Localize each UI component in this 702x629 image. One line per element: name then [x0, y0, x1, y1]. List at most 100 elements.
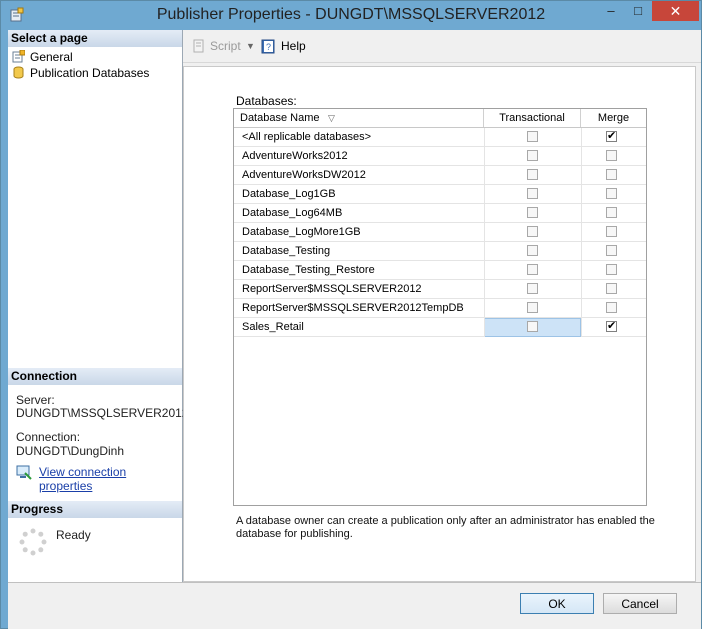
ok-button[interactable]: OK: [520, 593, 594, 614]
progress-status: Ready: [56, 528, 91, 542]
connection-value: Connection: DUNGDT\DungDinh: [16, 430, 125, 458]
database-name-cell: AdventureWorksDW2012: [242, 169, 366, 181]
column-divider: [581, 242, 582, 261]
merge-checkbox[interactable]: [606, 188, 617, 199]
transactional-checkbox[interactable]: [527, 283, 538, 294]
merge-checkbox[interactable]: [606, 169, 617, 180]
table-row[interactable]: Database_Testing: [234, 242, 646, 261]
column-divider: [484, 147, 485, 166]
column-divider: [484, 280, 485, 299]
column-divider: [484, 185, 485, 204]
merge-checkbox[interactable]: [606, 283, 617, 294]
minimize-button[interactable]: –: [597, 1, 625, 21]
column-divider: [581, 128, 582, 147]
database-name-cell: Database_Log64MB: [242, 207, 343, 219]
select-page-header: Select a page: [8, 30, 182, 47]
publishing-note: A database owner can create a publicatio…: [236, 515, 655, 540]
table-row[interactable]: ReportServer$MSSQLSERVER2012TempDB: [234, 299, 646, 318]
transactional-checkbox[interactable]: [527, 245, 538, 256]
database-name-cell: Database_Testing: [242, 245, 331, 257]
table-row[interactable]: AdventureWorks2012: [234, 147, 646, 166]
transactional-checkbox[interactable]: [527, 150, 538, 161]
column-divider: [484, 223, 485, 242]
toolbar: Script ▼ ? Help: [183, 30, 701, 63]
progress-spinner-icon: [19, 528, 47, 556]
column-merge[interactable]: Merge: [581, 109, 646, 127]
sort-arrow-icon: ▽: [328, 113, 335, 123]
table-row[interactable]: Database_LogMore1GB: [234, 223, 646, 242]
help-button[interactable]: Help: [281, 39, 306, 53]
close-button[interactable]: ✕: [652, 1, 699, 21]
dialog-button-bar: OK Cancel: [8, 582, 701, 629]
merge-checkbox[interactable]: [606, 226, 617, 237]
maximize-button[interactable]: □: [625, 1, 651, 21]
column-divider: [581, 185, 582, 204]
server-label: Server:: [16, 393, 55, 407]
table-row[interactable]: <All replicable databases> ✔: [234, 128, 646, 147]
database-name-cell: Sales_Retail: [242, 321, 304, 333]
merge-checkbox[interactable]: [606, 264, 617, 275]
cancel-button[interactable]: Cancel: [603, 593, 677, 614]
column-divider: [581, 166, 582, 185]
transactional-checkbox[interactable]: [527, 264, 538, 275]
page-item-general[interactable]: General: [12, 49, 73, 65]
publisher-properties-window: Publisher Properties - DUNGDT\MSSQLSERVE…: [0, 0, 702, 629]
transactional-checkbox[interactable]: [527, 188, 538, 199]
column-transactional[interactable]: Transactional: [484, 109, 581, 127]
merge-checkbox[interactable]: ✔: [606, 321, 617, 332]
column-divider: [484, 166, 485, 185]
transactional-checkbox[interactable]: [527, 131, 538, 142]
table-row[interactable]: AdventureWorksDW2012: [234, 166, 646, 185]
column-divider: [484, 128, 485, 147]
merge-checkbox[interactable]: [606, 207, 617, 218]
database-name-cell: Database_LogMore1GB: [242, 226, 361, 238]
column-divider: [581, 223, 582, 242]
database-name-cell: Database_Log1GB: [242, 188, 336, 200]
column-divider: [581, 318, 582, 337]
title-bar[interactable]: Publisher Properties - DUNGDT\MSSQLSERVE…: [1, 1, 701, 30]
table-row[interactable]: Sales_Retail ✔: [234, 318, 646, 337]
page-item-label: Publication Databases: [30, 66, 150, 80]
column-divider: [484, 242, 485, 261]
database-name-cell: Database_Testing_Restore: [242, 264, 375, 276]
transactional-checkbox[interactable]: [527, 321, 538, 332]
server-value: DUNGDT\MSSQLSERVER2012: [16, 406, 189, 420]
column-divider: [484, 318, 485, 337]
database-name-cell: ReportServer$MSSQLSERVER2012TempDB: [242, 302, 464, 314]
transactional-checkbox[interactable]: [527, 226, 538, 237]
connection-properties-icon: [16, 465, 32, 480]
database-name-cell: AdventureWorks2012: [242, 150, 348, 162]
grid-header: Database Name ▽ Transactional Merge: [234, 109, 646, 128]
transactional-checkbox[interactable]: [527, 207, 538, 218]
table-row[interactable]: ReportServer$MSSQLSERVER2012: [234, 280, 646, 299]
column-database-name[interactable]: Database Name ▽: [234, 109, 484, 127]
table-row[interactable]: Database_Log64MB: [234, 204, 646, 223]
right-panel: Script ▼ ? Help Databases: Database Name…: [183, 30, 701, 582]
column-divider: [484, 299, 485, 318]
merge-checkbox[interactable]: ✔: [606, 131, 617, 142]
merge-checkbox[interactable]: [606, 245, 617, 256]
column-divider: [581, 261, 582, 280]
column-divider: [484, 204, 485, 223]
column-divider: [581, 147, 582, 166]
page-item-publication-databases[interactable]: Publication Databases: [12, 65, 149, 81]
merge-checkbox[interactable]: [606, 150, 617, 161]
script-dropdown-arrow-icon[interactable]: ▼: [246, 39, 255, 53]
script-icon: [193, 39, 204, 53]
svg-text:?: ?: [266, 42, 271, 52]
column-divider: [484, 261, 485, 280]
window-title: Publisher Properties - DUNGDT\MSSQLSERVE…: [156, 6, 546, 23]
transactional-checkbox[interactable]: [527, 302, 538, 313]
merge-checkbox[interactable]: [606, 302, 617, 313]
databases-grid: Database Name ▽ Transactional Merge <All…: [233, 108, 647, 506]
publication-databases-page: Databases: Database Name ▽ Transactional…: [183, 66, 696, 582]
view-connection-properties-link[interactable]: View connection properties: [39, 465, 182, 493]
table-row[interactable]: Database_Testing_Restore: [234, 261, 646, 280]
transactional-checkbox[interactable]: [527, 169, 538, 180]
left-panel: Select a page General Publication Databa…: [8, 30, 189, 582]
column-divider: [581, 204, 582, 223]
column-divider: [581, 280, 582, 299]
database-name-cell: <All replicable databases>: [242, 131, 372, 143]
table-row[interactable]: Database_Log1GB: [234, 185, 646, 204]
script-button[interactable]: Script: [210, 39, 241, 53]
